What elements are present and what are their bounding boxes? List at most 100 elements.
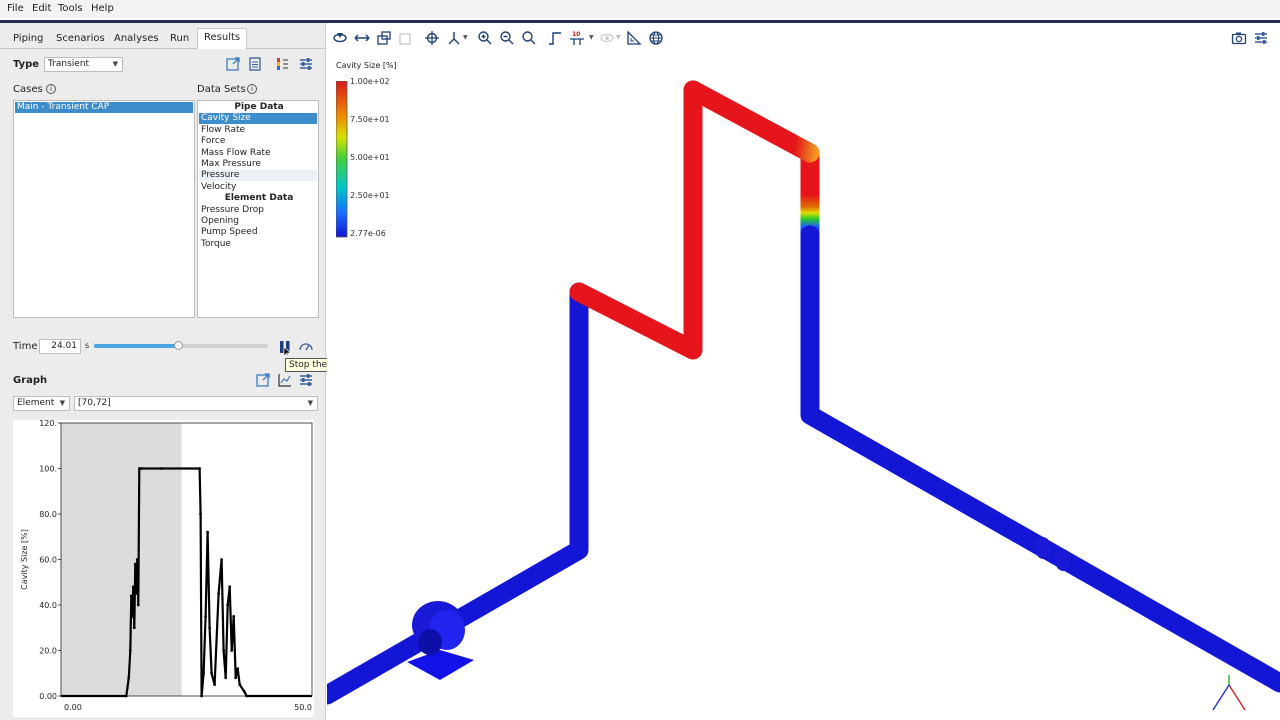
chevron-down-icon[interactable]: ▼ xyxy=(589,34,594,41)
list-item-velocity[interactable]: Velocity xyxy=(199,182,317,193)
data-point xyxy=(132,626,136,630)
tab-analyses[interactable]: Analyses xyxy=(108,30,165,48)
list-item-case[interactable]: Main - Transient CAP xyxy=(15,102,193,113)
cases-label: Cases xyxy=(13,84,43,95)
info-icon[interactable]: i xyxy=(247,84,257,94)
export-icon[interactable] xyxy=(255,372,271,388)
menu-file[interactable]: File xyxy=(7,3,24,14)
time-label: Time xyxy=(13,341,38,352)
data-point xyxy=(232,614,236,618)
data-point xyxy=(210,671,214,675)
chevron-down-icon: ▼ xyxy=(307,399,313,407)
camera-icon[interactable] xyxy=(1231,30,1247,46)
data-point xyxy=(160,467,163,470)
list-item-pump-speed[interactable]: Pump Speed xyxy=(199,227,317,238)
list-item-flow-rate[interactable]: Flow Rate xyxy=(199,125,317,136)
type-select[interactable]: Transient ▼ xyxy=(44,57,123,72)
graph-title: Graph xyxy=(13,375,48,386)
3d-viewport[interactable]: Cavity Size [%] 1.00e+02 7.50e+01 5.00e+… xyxy=(327,50,1280,720)
data-point xyxy=(226,603,230,607)
pan-icon[interactable] xyxy=(354,30,370,46)
menu-edit[interactable]: Edit xyxy=(32,3,51,14)
pause-icon[interactable] xyxy=(277,339,293,355)
y-tick-label: 0.00 xyxy=(39,692,57,701)
select-box-icon[interactable] xyxy=(398,30,414,46)
menu-tools[interactable]: Tools xyxy=(58,3,83,14)
tab-scenarios[interactable]: Scenarios xyxy=(50,30,111,48)
data-point xyxy=(220,558,224,561)
pipe-tool-icon[interactable] xyxy=(547,30,563,46)
pipe-segment[interactable] xyxy=(800,225,1280,693)
pipe-segment[interactable] xyxy=(683,80,820,163)
visibility-icon[interactable] xyxy=(599,30,615,46)
globe-icon[interactable] xyxy=(648,30,664,46)
element-select[interactable]: Element ▼ xyxy=(13,396,70,411)
svg-text:10: 10 xyxy=(572,31,580,38)
report-icon[interactable] xyxy=(247,56,263,72)
data-point xyxy=(230,649,234,652)
data-point xyxy=(213,683,217,687)
zoom-fit-icon[interactable] xyxy=(521,30,537,46)
settings-sliders-icon[interactable] xyxy=(298,56,314,72)
data-point xyxy=(128,649,132,652)
data-point xyxy=(198,467,201,470)
zoom-in-icon[interactable] xyxy=(477,30,493,46)
export-icon[interactable] xyxy=(225,56,241,72)
data-point xyxy=(134,592,138,596)
data-point xyxy=(127,676,131,680)
data-point xyxy=(222,649,226,652)
tab-run[interactable]: Run xyxy=(164,30,195,48)
list-item-force[interactable]: Force xyxy=(199,136,317,147)
zoom-out-icon[interactable] xyxy=(499,30,515,46)
center-target-icon[interactable] xyxy=(424,30,440,46)
data-point xyxy=(242,690,246,693)
list-item-mass-flow-rate[interactable]: Mass Flow Rate xyxy=(199,148,317,159)
data-point xyxy=(131,585,135,589)
frame-icon[interactable] xyxy=(376,30,392,46)
label-filter-icon[interactable]: 10 xyxy=(569,30,585,46)
list-item-pressure-drop[interactable]: Pressure Drop xyxy=(199,205,317,216)
data-point xyxy=(206,530,209,534)
data-point xyxy=(136,603,140,607)
rotate-icon[interactable] xyxy=(332,30,348,46)
menu-help[interactable]: Help xyxy=(91,3,114,14)
info-icon[interactable]: i xyxy=(46,84,56,94)
list-item-cavity-size[interactable]: Cavity Size xyxy=(199,113,317,125)
data-point xyxy=(135,558,139,561)
element-id-select[interactable]: [70,72] ▼ xyxy=(74,396,318,411)
list-item-pressure[interactable]: Pressure xyxy=(199,170,317,182)
list-item-torque[interactable]: Torque xyxy=(199,239,317,250)
y-tick-label: 20.0 xyxy=(39,647,57,656)
time-slider[interactable] xyxy=(94,341,268,350)
chart-icon[interactable] xyxy=(277,372,293,388)
axes-icon[interactable] xyxy=(446,30,462,46)
color-map-icon[interactable] xyxy=(274,56,290,72)
datasets-label: Data Sets xyxy=(197,84,246,95)
speed-gauge-icon[interactable] xyxy=(298,339,314,355)
tab-results[interactable]: Results xyxy=(197,28,248,49)
list-header-element-data: Element Data xyxy=(224,193,294,204)
list-item-opening[interactable]: Opening xyxy=(199,216,317,227)
data-point xyxy=(204,614,207,618)
data-point xyxy=(208,626,211,630)
axis-triad-icon xyxy=(1212,675,1246,711)
data-point xyxy=(130,614,134,618)
data-point xyxy=(202,671,205,675)
settings-sliders-icon[interactable] xyxy=(1253,30,1269,46)
pipe-model[interactable] xyxy=(327,50,1280,720)
list-header-pipe-data: Pipe Data xyxy=(234,102,284,112)
x-tick-label: 0.00 xyxy=(64,703,82,712)
measure-icon[interactable] xyxy=(626,30,642,46)
time-input[interactable]: 24.01 xyxy=(39,339,81,354)
chevron-down-icon: ▼ xyxy=(112,60,118,68)
chevron-down-icon[interactable]: ▼ xyxy=(616,34,621,41)
graph-area: 0.00 20.0 40.0 60.0 80.0 100. 120. 0.00 50.0 Cavi… xyxy=(13,419,314,717)
x-tick-label: 50.0 xyxy=(294,703,312,712)
chevron-down-icon[interactable]: ▼ xyxy=(463,34,468,41)
settings-sliders-icon[interactable] xyxy=(298,372,314,388)
time-slider-handle[interactable] xyxy=(173,341,183,350)
list-item-max-pressure[interactable]: Max Pressure xyxy=(199,159,317,170)
tab-piping[interactable]: Piping xyxy=(7,30,49,48)
time-unit: s xyxy=(85,341,90,350)
menu-bar: File Edit Tools Help xyxy=(0,0,1280,18)
